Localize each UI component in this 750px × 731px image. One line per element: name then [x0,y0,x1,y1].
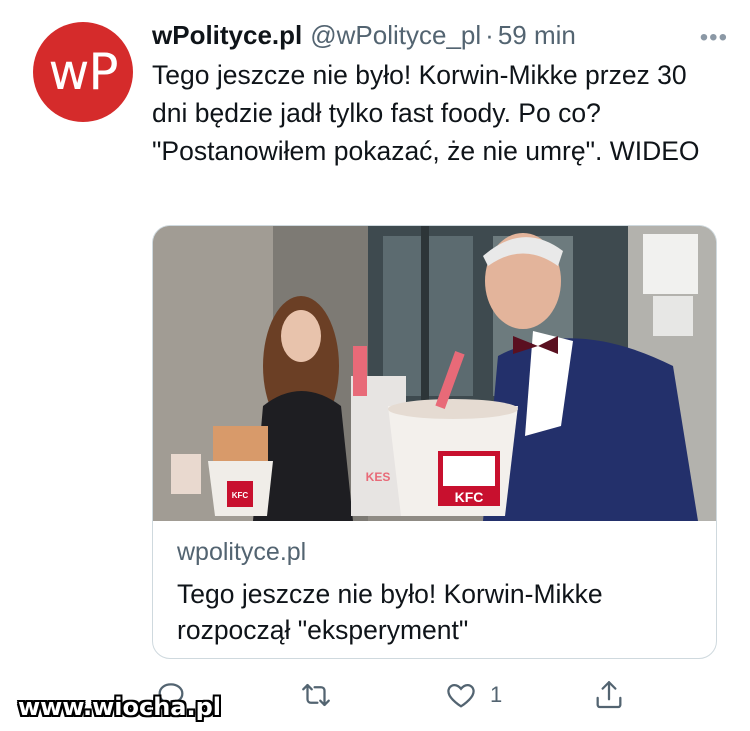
separator-dot: · [485,19,494,50]
retweet-icon [302,683,330,707]
tweet-actions: 1 [152,672,632,718]
like-count: 1 [490,682,503,707]
avatar[interactable]: wP [33,22,133,122]
user-handle[interactable]: @wPolityce_pl [310,20,481,51]
link-card[interactable]: KFC KES KFC wpolityce.pl Tego jeszcze ni… [152,225,717,659]
timestamp[interactable]: 59 min [498,20,576,51]
display-name[interactable]: wPolityce.pl [152,20,302,51]
watermark: www.wiocha.pl [18,693,222,721]
kfc-label-small: KFC [232,491,249,500]
tweet-header: wPolityce.pl @wPolityce_pl · 59 min ••• [152,18,728,52]
heart-icon [447,683,475,708]
like-button[interactable]: 1 [444,672,502,718]
retweet-button[interactable] [299,672,333,718]
card-domain: wpolityce.pl [177,538,307,566]
cup-text: KES [366,470,391,484]
kfc-label: KFC [455,489,484,505]
tweet-text: Tego jeszcze nie było! Korwin-Mikke prze… [152,60,700,166]
card-title: Tego jeszcze nie było! Korwin-Mikke rozp… [177,579,603,645]
more-dots-icon[interactable]: ••• [700,24,728,52]
share-button[interactable] [592,672,626,718]
share-icon [596,681,622,709]
card-image[interactable]: KFC KES KFC [153,226,716,521]
